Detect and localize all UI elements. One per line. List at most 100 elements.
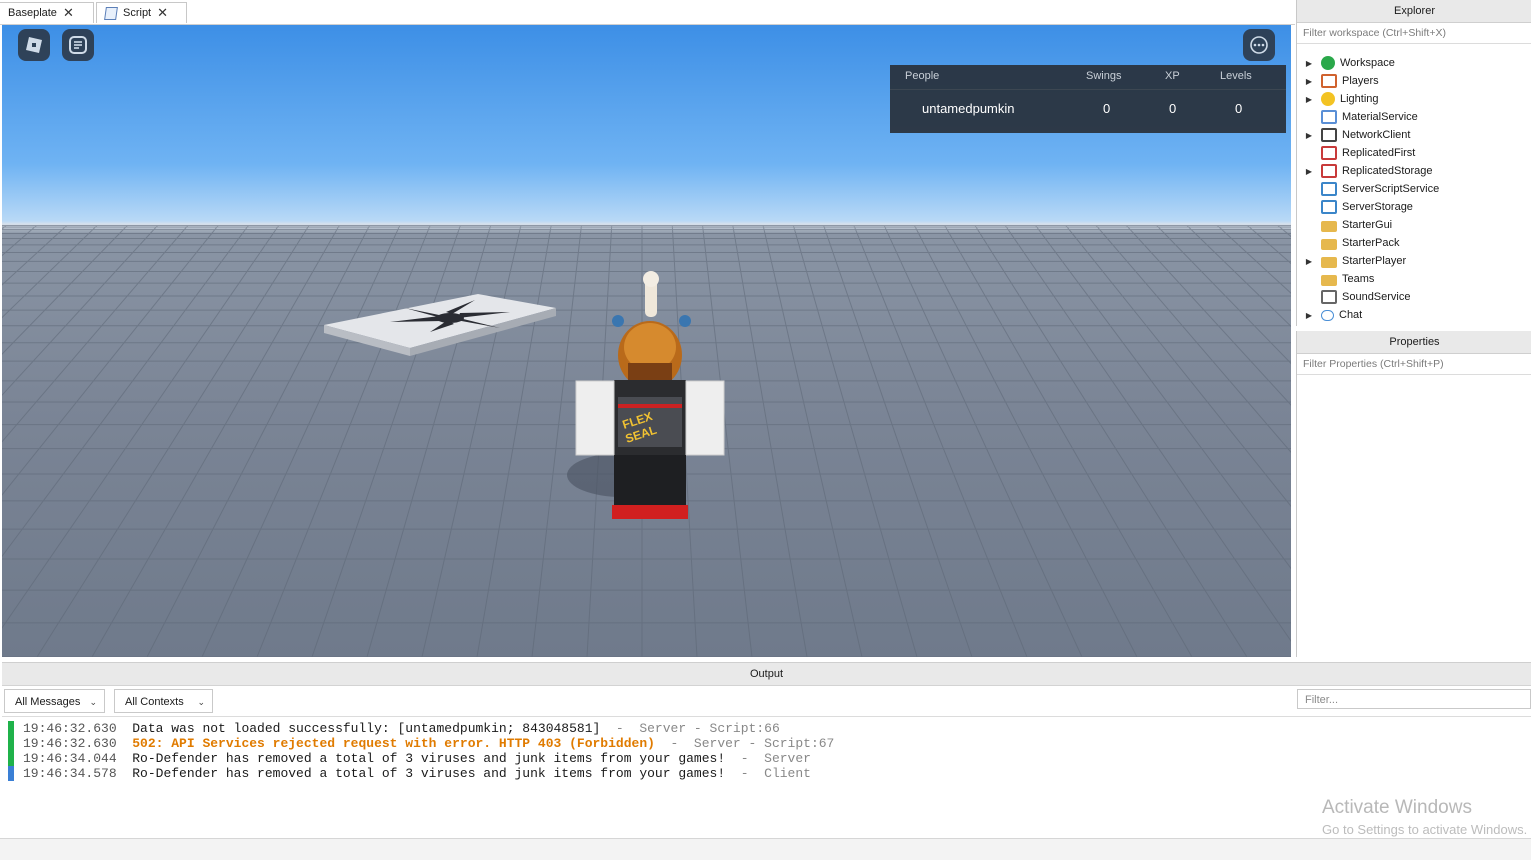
expand-arrow-icon[interactable]: ▶ bbox=[1303, 257, 1315, 266]
explorer-tree: ▶ Workspace ▶ Players ▶ Lighting MaterialServi… bbox=[1297, 44, 1531, 324]
explorer-item[interactable]: ServerStorage bbox=[1297, 198, 1531, 216]
speaker-icon bbox=[1321, 290, 1337, 304]
folder-icon bbox=[1321, 256, 1337, 268]
log-level-indicator bbox=[8, 736, 14, 751]
replicated-icon bbox=[1321, 146, 1337, 160]
chat-button[interactable] bbox=[62, 29, 94, 61]
explorer-item[interactable]: ReplicatedFirst bbox=[1297, 144, 1531, 162]
roblox-logo-icon bbox=[26, 37, 42, 53]
explorer-item[interactable]: ▶ Lighting bbox=[1297, 90, 1531, 108]
output-search-input[interactable]: Filter... bbox=[1297, 689, 1531, 709]
message-filter-dropdown[interactable]: All Messages ⌄ bbox=[4, 689, 105, 713]
output-title: Output bbox=[2, 663, 1531, 686]
log-line[interactable]: 19:46:32.630 502: API Services rejected … bbox=[23, 736, 834, 751]
log-line[interactable]: 19:46:34.044 Ro-Defender has removed a t… bbox=[23, 751, 811, 766]
tab-baseplate[interactable]: Baseplate ✕ bbox=[0, 2, 94, 23]
explorer-item[interactable]: ▶ ReplicatedStorage bbox=[1297, 162, 1531, 180]
explorer-item-label: StarterPlayer bbox=[1342, 255, 1407, 267]
leaderboard-divider bbox=[890, 89, 1286, 90]
explorer-title: Explorer bbox=[1297, 0, 1531, 23]
log-line[interactable]: 19:46:32.630 Data was not loaded success… bbox=[23, 721, 780, 736]
properties-panel: Properties Filter Properties (Ctrl+Shift… bbox=[1296, 331, 1531, 657]
folder-icon bbox=[1321, 238, 1337, 250]
leaderboard-levels-value: 0 bbox=[1235, 101, 1243, 116]
explorer-item-label: Teams bbox=[1342, 273, 1375, 285]
output-divider bbox=[2, 716, 1531, 717]
activate-windows-title: Activate Windows bbox=[1322, 797, 1472, 818]
folder-icon bbox=[1321, 220, 1337, 232]
explorer-item-label: ServerScriptService bbox=[1342, 183, 1440, 195]
leaderboard-header-swings: Swings bbox=[1086, 70, 1122, 82]
explorer-item[interactable]: ▶ Players bbox=[1297, 72, 1531, 90]
folder-icon bbox=[1321, 274, 1337, 286]
explorer-item-label: MaterialService bbox=[1342, 111, 1418, 123]
expand-arrow-icon[interactable]: ▶ bbox=[1303, 167, 1315, 176]
explorer-item[interactable]: StarterGui bbox=[1297, 216, 1531, 234]
expand-arrow-icon[interactable]: ▶ bbox=[1303, 59, 1315, 68]
context-filter-dropdown[interactable]: All Contexts ⌄ bbox=[114, 689, 213, 713]
replicated-storage-icon bbox=[1321, 164, 1337, 178]
log-line[interactable]: 19:46:34.578 Ro-Defender has removed a t… bbox=[23, 766, 811, 781]
chat-icon bbox=[1321, 309, 1334, 321]
explorer-item-label: Workspace bbox=[1340, 57, 1395, 69]
explorer-item-label: StarterGui bbox=[1342, 219, 1393, 231]
log-source: - Server bbox=[725, 751, 811, 766]
explorer-item-label: Players bbox=[1342, 75, 1379, 87]
network-icon bbox=[1321, 128, 1337, 142]
explorer-item-label: Lighting bbox=[1340, 93, 1379, 105]
explorer-item[interactable]: ▶ NetworkClient bbox=[1297, 126, 1531, 144]
explorer-item[interactable]: MaterialService bbox=[1297, 108, 1531, 126]
log-message: Ro-Defender has removed a total of 3 vir… bbox=[132, 766, 726, 781]
tab-bar: Baseplate ✕ Script ✕ bbox=[0, 0, 1295, 25]
properties-filter-input[interactable]: Filter Properties (Ctrl+Shift+P) bbox=[1297, 354, 1531, 375]
expand-arrow-icon[interactable]: ▶ bbox=[1303, 77, 1315, 86]
spawn-location[interactable] bbox=[320, 290, 560, 375]
tab-script[interactable]: Script ✕ bbox=[96, 2, 187, 23]
players-icon bbox=[1321, 74, 1337, 88]
explorer-item[interactable]: ▶ Workspace bbox=[1297, 54, 1531, 72]
more-options-button[interactable] bbox=[1243, 29, 1275, 61]
chevron-down-icon: ⌄ bbox=[89, 697, 97, 707]
player-avatar[interactable]: FLEX SEAL bbox=[562, 247, 742, 527]
roblox-menu-button[interactable] bbox=[18, 29, 50, 61]
explorer-item-label: SoundService bbox=[1342, 291, 1411, 303]
log-timestamp: 19:46:34.578 bbox=[23, 766, 117, 781]
explorer-item[interactable]: Teams bbox=[1297, 270, 1531, 288]
log-level-indicator bbox=[8, 751, 14, 766]
explorer-item[interactable]: StarterPack bbox=[1297, 234, 1531, 252]
material-icon bbox=[1321, 110, 1337, 124]
leaderboard: People Swings XP Levels untamedpumkin 0 … bbox=[890, 65, 1286, 133]
properties-title: Properties bbox=[1297, 331, 1531, 354]
log-source: - Server - Script:67 bbox=[654, 736, 835, 751]
close-icon[interactable]: ✕ bbox=[157, 5, 168, 21]
status-bar bbox=[0, 838, 1531, 860]
output-panel: Output All Messages ⌄ All Contexts ⌄ Fil… bbox=[2, 662, 1531, 837]
explorer-item-label: Chat bbox=[1339, 309, 1363, 321]
log-timestamp: 19:46:34.044 bbox=[23, 751, 117, 766]
log-level-indicator bbox=[8, 766, 14, 781]
explorer-item-label: ReplicatedFirst bbox=[1342, 147, 1416, 159]
explorer-filter-input[interactable]: Filter workspace (Ctrl+Shift+X) bbox=[1297, 23, 1531, 44]
close-icon[interactable]: ✕ bbox=[63, 5, 74, 21]
context-filter-value: All Contexts bbox=[125, 696, 184, 708]
activate-windows-subtitle: Go to Settings to activate Windows. bbox=[1322, 822, 1528, 837]
explorer-item[interactable]: SoundService bbox=[1297, 288, 1531, 306]
leaderboard-player-name[interactable]: untamedpumkin bbox=[922, 101, 1015, 116]
log-timestamp: 19:46:32.630 bbox=[23, 736, 117, 751]
log-timestamp: 19:46:32.630 bbox=[23, 721, 117, 736]
explorer-item[interactable]: ▶ Chat bbox=[1297, 306, 1531, 324]
expand-arrow-icon[interactable]: ▶ bbox=[1303, 311, 1315, 320]
expand-arrow-icon[interactable]: ▶ bbox=[1303, 95, 1315, 104]
expand-arrow-icon[interactable]: ▶ bbox=[1303, 131, 1315, 140]
leaderboard-swings-value: 0 bbox=[1103, 101, 1111, 116]
explorer-panel: Explorer Filter workspace (Ctrl+Shift+X)… bbox=[1296, 0, 1531, 326]
script-icon bbox=[104, 6, 118, 20]
lightbulb-icon bbox=[1321, 92, 1335, 106]
explorer-item[interactable]: ServerScriptService bbox=[1297, 180, 1531, 198]
message-filter-value: All Messages bbox=[15, 696, 81, 708]
chat-icon bbox=[69, 36, 87, 54]
leaderboard-header-levels: Levels bbox=[1220, 70, 1252, 82]
explorer-item-label: NetworkClient bbox=[1342, 129, 1411, 141]
log-message: 502: API Services rejected request with … bbox=[132, 736, 655, 751]
explorer-item[interactable]: ▶ StarterPlayer bbox=[1297, 252, 1531, 270]
